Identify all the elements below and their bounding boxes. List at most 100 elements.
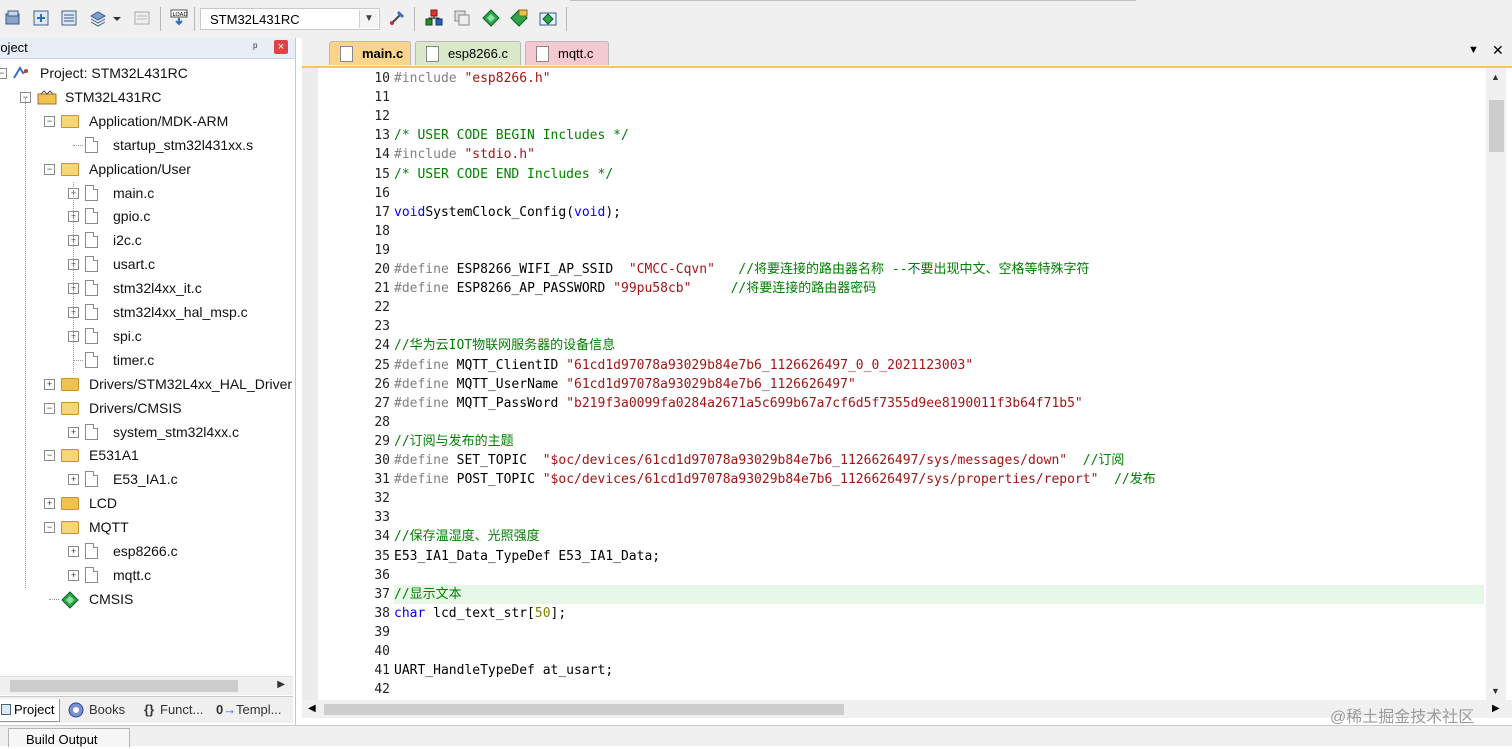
tree-item[interactable]: CMSIS — [0, 588, 293, 610]
manage-components-icon[interactable] — [425, 9, 443, 27]
tree-item[interactable]: + stm32l4xx_it.c — [0, 277, 293, 299]
tree-item[interactable]: − Application/MDK-ARM — [0, 110, 293, 132]
target-options-icon[interactable] — [388, 9, 406, 27]
batch-build-icon[interactable] — [89, 9, 107, 27]
rebuild-icon[interactable] — [60, 9, 78, 27]
pin-icon[interactable]: ᵖ — [253, 40, 258, 54]
tree-item[interactable]: − Project: STM32L431RC — [0, 62, 293, 84]
close-icon[interactable]: × — [274, 40, 288, 54]
code-line[interactable]: #include "esp8266.h" — [394, 69, 551, 88]
code-line[interactable]: //保存温湿度、光照强度 — [394, 527, 540, 546]
tree-item[interactable]: + spi.c — [0, 325, 293, 347]
build-icon[interactable] — [32, 9, 50, 27]
expand-icon[interactable]: + — [68, 546, 79, 557]
tab-project[interactable]: Project — [0, 699, 60, 722]
tree-item[interactable]: + main.c — [0, 182, 293, 204]
tree-item[interactable]: − Application/User — [0, 158, 293, 180]
collapse-icon[interactable]: − — [44, 402, 55, 414]
scrollbar-thumb[interactable] — [324, 704, 844, 715]
scroll-right-icon[interactable]: ▶ — [1492, 703, 1500, 714]
tree-item[interactable]: startup_stm32l431xx.s — [0, 134, 293, 156]
code-line[interactable]: #define MQTT_UserName "61cd1d97078a93029… — [394, 375, 856, 394]
collapse-icon[interactable]: − — [44, 163, 55, 175]
collapse-icon[interactable]: − — [44, 450, 55, 462]
collapse-icon[interactable]: − — [44, 522, 55, 534]
code-line[interactable]: /* USER CODE BEGIN Includes */ — [394, 126, 629, 145]
collapse-icon[interactable]: − — [44, 115, 55, 127]
toolbar-separator — [414, 7, 415, 31]
stop-build-icon[interactable] — [133, 9, 151, 27]
tree-item[interactable]: + LCD — [0, 492, 293, 514]
scroll-left-icon[interactable]: ◀ — [308, 703, 316, 714]
tree-item[interactable]: + esp8266.c — [0, 540, 293, 562]
code-line[interactable]: //订阅与发布的主题 — [394, 432, 514, 451]
tree-item[interactable]: + i2c.c — [0, 229, 293, 251]
tree-item[interactable]: timer.c — [0, 349, 293, 371]
collapse-icon[interactable]: − — [0, 68, 7, 79]
code-line[interactable]: UART_HandleTypeDef at_usart; — [394, 661, 613, 680]
target-icon — [37, 89, 57, 111]
code-token: #define — [394, 453, 457, 468]
code-line[interactable]: char lcd_text_str[50]; — [394, 604, 566, 623]
tab-build-output[interactable]: Build Output — [8, 728, 130, 747]
translate-icon[interactable] — [4, 9, 22, 27]
code-line[interactable]: #include "stdio.h" — [394, 145, 535, 164]
tab-books[interactable]: Books — [66, 699, 130, 721]
diamond-pack-icon[interactable] — [510, 9, 528, 27]
tree-item[interactable]: − MQTT — [0, 516, 293, 538]
editor-vertical-scrollbar[interactable]: ▲ ▼ — [1486, 68, 1506, 700]
scroll-up-icon[interactable]: ▲ — [1491, 72, 1500, 82]
expand-icon[interactable]: + — [68, 474, 79, 486]
code-line[interactable]: //华为云IOT物联网服务器的设备信息 — [394, 336, 615, 355]
close-icon[interactable]: ✕ — [1492, 42, 1504, 59]
tree-item[interactable]: − E531A1 — [0, 444, 293, 466]
tab-main-c[interactable]: main.c — [329, 41, 411, 65]
chevron-down-icon[interactable] — [112, 9, 122, 27]
code-line[interactable]: #define POST_TOPIC "$oc/devices/61cd1d97… — [394, 470, 1156, 489]
expand-icon[interactable]: + — [68, 426, 79, 438]
scrollbar-thumb[interactable] — [1489, 100, 1504, 152]
code-token: #define — [394, 262, 457, 277]
tree-item[interactable]: + stm32l4xx_hal_msp.c — [0, 301, 293, 323]
download-load-icon[interactable]: LOAD — [170, 9, 188, 27]
code-area[interactable]: #include "esp8266.h" /* USER CODE BEGIN I… — [394, 68, 1484, 700]
chevron-down-icon[interactable]: ▼ — [359, 10, 378, 28]
tree-item[interactable]: − STM32L431RC — [0, 86, 293, 108]
code-line[interactable]: #define SET_TOPIC "$oc/devices/61cd1d970… — [394, 451, 1124, 470]
code-line[interactable]: //显示文本 — [394, 584, 1484, 604]
tab-mqtt-c[interactable]: mqtt.c — [525, 41, 609, 65]
scroll-down-icon[interactable]: ▼ — [1491, 686, 1500, 696]
code-line[interactable]: #define ESP8266_WIFI_AP_SSID "CMCC-Cqvn"… — [394, 260, 1090, 279]
code-line[interactable]: /* USER CODE END Includes */ — [394, 165, 613, 184]
expand-icon[interactable]: + — [68, 569, 79, 581]
diamond-green-icon[interactable] — [482, 9, 500, 27]
line-number: 33 — [374, 510, 390, 526]
code-line[interactable]: #define MQTT_ClientID "61cd1d97078a93029… — [394, 356, 973, 375]
tree-item[interactable]: + usart.c — [0, 253, 293, 275]
copy-icon[interactable] — [453, 9, 471, 27]
install-pack-icon[interactable] — [539, 9, 557, 27]
scroll-right-icon[interactable]: ▶ — [277, 679, 285, 690]
tree-item[interactable]: + mqtt.c — [0, 564, 293, 586]
expand-icon[interactable]: + — [44, 498, 55, 510]
tree-item[interactable]: + gpio.c — [0, 205, 293, 227]
tree-item[interactable]: + E53_IA1.c — [0, 468, 293, 490]
tree-item-label: Application/MDK-ARM — [89, 112, 229, 129]
tab-templates-label: Templ... — [236, 702, 282, 717]
scrollbar-thumb[interactable] — [10, 680, 238, 692]
tree-item[interactable]: − Drivers/CMSIS — [0, 397, 293, 419]
code-line[interactable]: E53_IA1_Data_TypeDef E53_IA1_Data; — [394, 547, 660, 566]
tree-item[interactable]: + system_stm32l4xx.c — [0, 421, 293, 443]
code-line[interactable]: voidSystemClock_Config(void); — [394, 203, 621, 222]
tab-list-dropdown-icon[interactable]: ▼ — [1468, 44, 1479, 56]
expand-icon[interactable]: + — [44, 378, 55, 390]
tab-functions[interactable]: {} Funct... — [142, 699, 208, 721]
project-horizontal-scrollbar[interactable]: ▶ — [0, 676, 293, 695]
target-select[interactable]: STM32L431RC ▼ — [200, 8, 380, 30]
code-line[interactable]: #define MQTT_PassWord "b219f3a0099fa0284… — [394, 394, 1083, 413]
tab-templates[interactable]: 0→ Templ... — [216, 699, 290, 721]
code-token: /* USER CODE BEGIN Includes */ — [394, 128, 629, 144]
code-line[interactable]: #define ESP8266_AP_PASSWORD "99pu58cb" /… — [394, 279, 876, 298]
tree-item[interactable]: + Drivers/STM32L4xx_HAL_Driver — [0, 373, 293, 395]
tab-esp8266-c[interactable]: esp8266.c — [415, 41, 521, 65]
